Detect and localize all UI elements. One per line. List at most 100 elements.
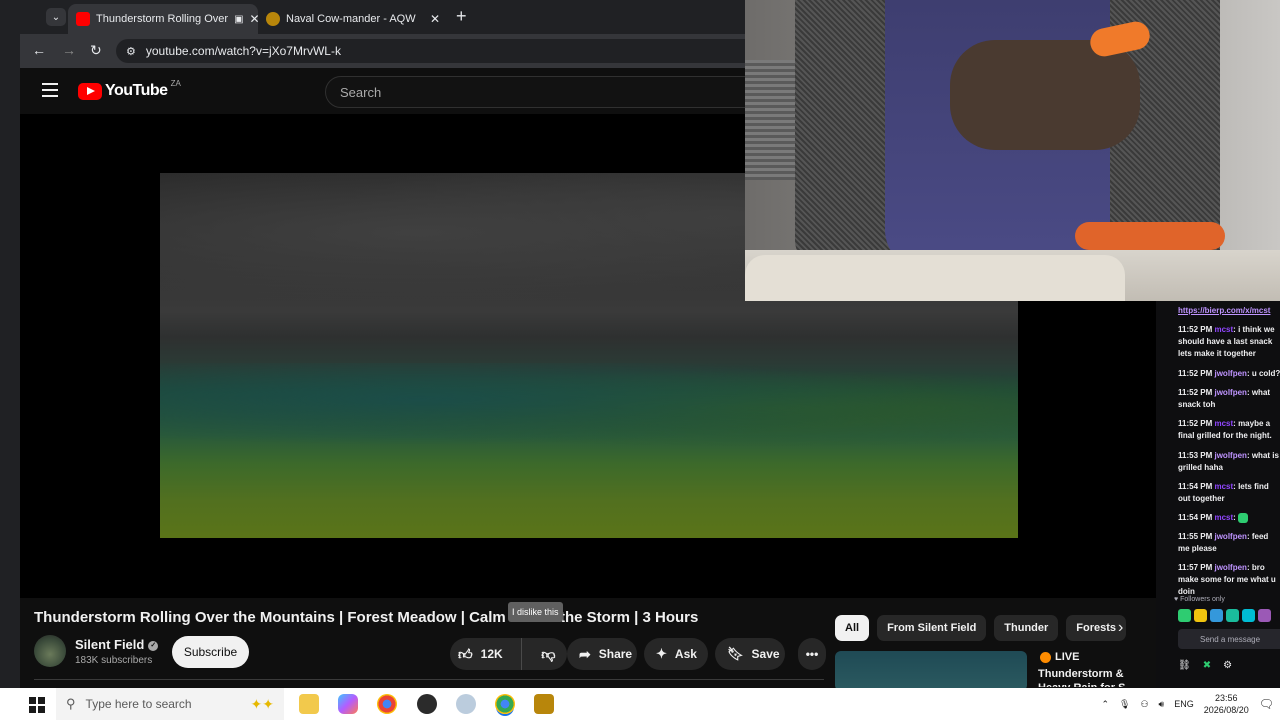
msg-time: 11:52 PM bbox=[1178, 325, 1213, 334]
logo-text: YouTube bbox=[105, 82, 168, 99]
msg-user[interactable]: jwolfpen bbox=[1214, 369, 1246, 378]
subscribe-button[interactable]: Subscribe bbox=[172, 636, 249, 668]
clock-date: 2026/08/20 bbox=[1203, 705, 1249, 715]
menu-icon[interactable] bbox=[42, 83, 58, 97]
chip-all[interactable]: All bbox=[835, 615, 870, 641]
msg-text: u cold? bbox=[1251, 369, 1280, 378]
thumbs-down-icon: 👎︎ bbox=[541, 645, 556, 662]
taskbar-search-input[interactable]: ⚲ Type here to search ✦✦ bbox=[56, 688, 284, 720]
msg-user[interactable]: mcst bbox=[1214, 482, 1233, 491]
search-placeholder: Search bbox=[340, 84, 382, 100]
chat-message: 11:57 PM jwolfpen: bro make some for me … bbox=[1178, 563, 1276, 596]
share-button[interactable]: ➦ Share bbox=[567, 638, 637, 670]
save-button[interactable]: 🔖︎ Save bbox=[715, 638, 785, 670]
emote-icon[interactable] bbox=[1258, 609, 1271, 622]
msg-user[interactable]: mcst bbox=[1214, 325, 1233, 334]
chrome-icon[interactable] bbox=[377, 694, 397, 714]
tray-chevron-icon[interactable]: ⌃ bbox=[1101, 699, 1109, 710]
msg-user[interactable]: jwolfpen bbox=[1214, 532, 1246, 541]
live-badge: LIVE bbox=[1040, 651, 1079, 663]
verified-check-icon: ✓ bbox=[148, 640, 159, 651]
chip-thunder[interactable]: Thunder bbox=[994, 615, 1059, 641]
subscriber-count: 183K subscribers bbox=[75, 655, 153, 666]
like-count: 12K bbox=[480, 647, 503, 661]
channel-avatar[interactable] bbox=[34, 635, 66, 667]
emote-icon[interactable] bbox=[1210, 609, 1223, 622]
search-highlight-icon: ✦✦ bbox=[250, 695, 274, 712]
msg-time: 11:54 PM bbox=[1178, 482, 1213, 491]
youtube-favicon-icon bbox=[76, 12, 90, 26]
chat-message: 11:54 PM mcst: bbox=[1178, 512, 1280, 524]
tab-title: Naval Cow-mander - AQW bbox=[286, 13, 416, 25]
msg-time: 11:55 PM bbox=[1178, 532, 1213, 541]
emote-icon[interactable] bbox=[1242, 609, 1255, 622]
carrot-on-counter bbox=[1075, 222, 1225, 250]
aqw-app-icon[interactable] bbox=[534, 694, 554, 714]
tab-close-icon[interactable]: ✕ bbox=[430, 12, 440, 26]
youtube-play-icon bbox=[78, 82, 102, 100]
channel-name[interactable]: Silent Field ✓ bbox=[75, 637, 159, 652]
msg-time: 11:52 PM bbox=[1178, 369, 1213, 378]
windows-taskbar: ⚲ Type here to search ✦✦ ⌃ 🎙︎ ⚇ 🔊︎ ENG 2… bbox=[0, 688, 1280, 720]
site-settings-icon[interactable]: ⚙ bbox=[126, 45, 136, 58]
msg-user[interactable]: jwolfpen bbox=[1214, 563, 1246, 572]
chat-link[interactable]: https://bierp.com/x/mcst bbox=[1178, 306, 1270, 315]
volume-icon[interactable]: 🔊︎ bbox=[1159, 699, 1165, 710]
emote-icon[interactable] bbox=[1226, 609, 1239, 622]
browser-tab-active[interactable]: Thunderstorm Rolling Over ▣ ✕ bbox=[68, 4, 258, 34]
browser-tab[interactable]: Naval Cow-mander - AQW ✕ bbox=[258, 4, 448, 34]
ask-button[interactable]: ✦ Ask bbox=[644, 638, 708, 670]
language-indicator[interactable]: ENG bbox=[1174, 699, 1194, 709]
like-button[interactable]: 👍︎ 12K bbox=[450, 638, 522, 670]
tab-media-icon[interactable]: ▣ bbox=[234, 14, 243, 25]
address-bar[interactable]: ⚙ youtube.com/watch?v=jXo7MrvWL-k bbox=[116, 39, 756, 63]
reload-icon[interactable]: ↻ bbox=[90, 42, 102, 58]
chat-settings-gear-icon[interactable]: ⚙ bbox=[1223, 660, 1232, 671]
more-actions-button[interactable]: ••• bbox=[798, 638, 826, 670]
clock[interactable]: 23:56 2026/08/20 bbox=[1204, 692, 1249, 716]
country-code: ZA bbox=[170, 78, 181, 88]
emote-icon[interactable] bbox=[1178, 609, 1191, 622]
msg-user[interactable]: jwolfpen bbox=[1214, 451, 1246, 460]
notifications-icon[interactable]: 🗨︎ bbox=[1259, 697, 1274, 711]
taskbar-search-placeholder: Type here to search bbox=[85, 697, 192, 711]
chevron-right-icon[interactable]: › bbox=[1118, 619, 1123, 637]
more-dots-icon: ••• bbox=[805, 647, 819, 661]
obs-icon[interactable] bbox=[417, 694, 437, 714]
bits-icon[interactable]: ⛓ bbox=[1178, 660, 1191, 671]
related-chips: All From Silent Field Thunder Forests bbox=[835, 615, 1127, 641]
cutting-board bbox=[745, 255, 1125, 301]
emote-icon bbox=[1238, 512, 1249, 523]
microphone-icon[interactable]: 🎙︎ bbox=[1119, 699, 1130, 710]
chrome-active-icon[interactable] bbox=[495, 694, 515, 714]
file-explorer-icon[interactable] bbox=[299, 694, 319, 714]
windows-start-icon[interactable] bbox=[29, 697, 45, 713]
copilot-icon[interactable] bbox=[338, 694, 358, 714]
recommended-thumbnail[interactable] bbox=[835, 651, 1027, 691]
tab-close-icon[interactable]: ✕ bbox=[250, 12, 258, 26]
new-tab-plus-icon[interactable]: + bbox=[456, 6, 467, 26]
emote-icon[interactable] bbox=[1194, 609, 1207, 622]
aqw-favicon-icon bbox=[266, 12, 280, 26]
msg-time: 11:53 PM bbox=[1178, 451, 1213, 460]
chat-message: 11:53 PM jwolfpen: what is grilled haha bbox=[1178, 451, 1279, 472]
recommended-title[interactable]: Thunderstorm & Heavy Rain for S... bbox=[1038, 667, 1148, 687]
dislike-button[interactable]: 👎︎ bbox=[530, 638, 567, 670]
chat-send-input[interactable]: Send a message bbox=[1178, 629, 1280, 649]
chat-message: 11:52 PM mcst: maybe a final grilled for… bbox=[1178, 419, 1272, 440]
channel-name-text: Silent Field bbox=[75, 637, 145, 652]
system-tray: ⌃ 🎙︎ ⚇ 🔊︎ ENG 23:56 2026/08/20 🗨︎ bbox=[1101, 688, 1274, 720]
back-arrow-icon[interactable]: ← bbox=[32, 42, 46, 58]
msg-user[interactable]: jwolfpen bbox=[1214, 388, 1246, 397]
msg-user[interactable]: mcst bbox=[1214, 513, 1233, 522]
chat-message: 11:55 PM jwolfpen: feed me please bbox=[1178, 532, 1269, 553]
channel-points-icon[interactable]: ✖ bbox=[1203, 660, 1211, 671]
forward-arrow-icon[interactable]: → bbox=[62, 42, 76, 58]
youtube-logo[interactable]: YouTube ZA bbox=[78, 78, 181, 100]
chip-from-channel[interactable]: From Silent Field bbox=[877, 615, 987, 641]
network-icon[interactable]: ⚇ bbox=[1140, 699, 1148, 710]
msg-user[interactable]: mcst bbox=[1214, 419, 1233, 428]
snipping-tool-icon[interactable] bbox=[456, 694, 476, 714]
search-input[interactable]: Search bbox=[325, 76, 755, 108]
tab-search-chevron-icon[interactable]: ⌄ bbox=[46, 8, 66, 26]
